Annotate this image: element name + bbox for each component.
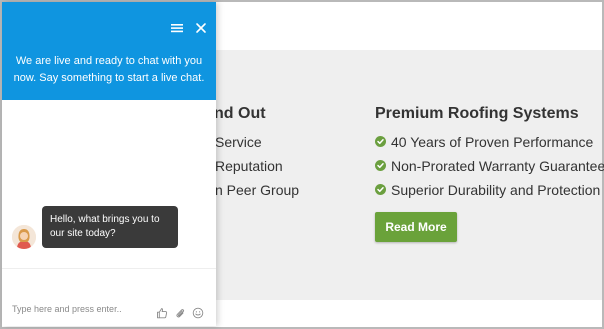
- close-icon[interactable]: [194, 20, 208, 34]
- smiley-icon[interactable]: [192, 304, 204, 319]
- check-circle-icon: [375, 136, 386, 147]
- read-more-button[interactable]: Read More: [375, 212, 457, 242]
- check-circle-icon: [375, 160, 386, 171]
- chat-welcome-message: We are live and ready to chat with you n…: [13, 55, 205, 84]
- check-circle-icon: [375, 184, 386, 195]
- live-chat-widget: We are live and ready to chat with you n…: [2, 2, 216, 326]
- right-column-item: 40 Years of Proven Performance: [391, 134, 594, 150]
- chat-input-tools: [156, 304, 204, 319]
- agent-message-bubble: Hello, what brings you to our site today…: [42, 206, 178, 248]
- left-column-item: n Peer Group: [215, 182, 300, 198]
- right-column-item: Non-Prorated Warranty Guarantees: [391, 158, 604, 174]
- menu-icon[interactable]: [170, 20, 184, 34]
- chat-message-input[interactable]: [12, 304, 148, 314]
- chat-divider: [2, 268, 216, 269]
- right-column-heading: Premium Roofing Systems: [375, 105, 579, 122]
- chat-header-controls: [170, 20, 208, 34]
- left-column-heading: nd Out: [214, 105, 266, 122]
- right-column-item: Superior Durability and Protection: [391, 182, 601, 198]
- left-column-item: Service: [215, 134, 262, 150]
- chat-header: We are live and ready to chat with you n…: [2, 2, 216, 100]
- agent-avatar: [12, 225, 36, 249]
- paperclip-icon[interactable]: [174, 304, 186, 318]
- left-column-item: Reputation: [215, 158, 283, 174]
- thumbs-up-icon[interactable]: [156, 304, 168, 319]
